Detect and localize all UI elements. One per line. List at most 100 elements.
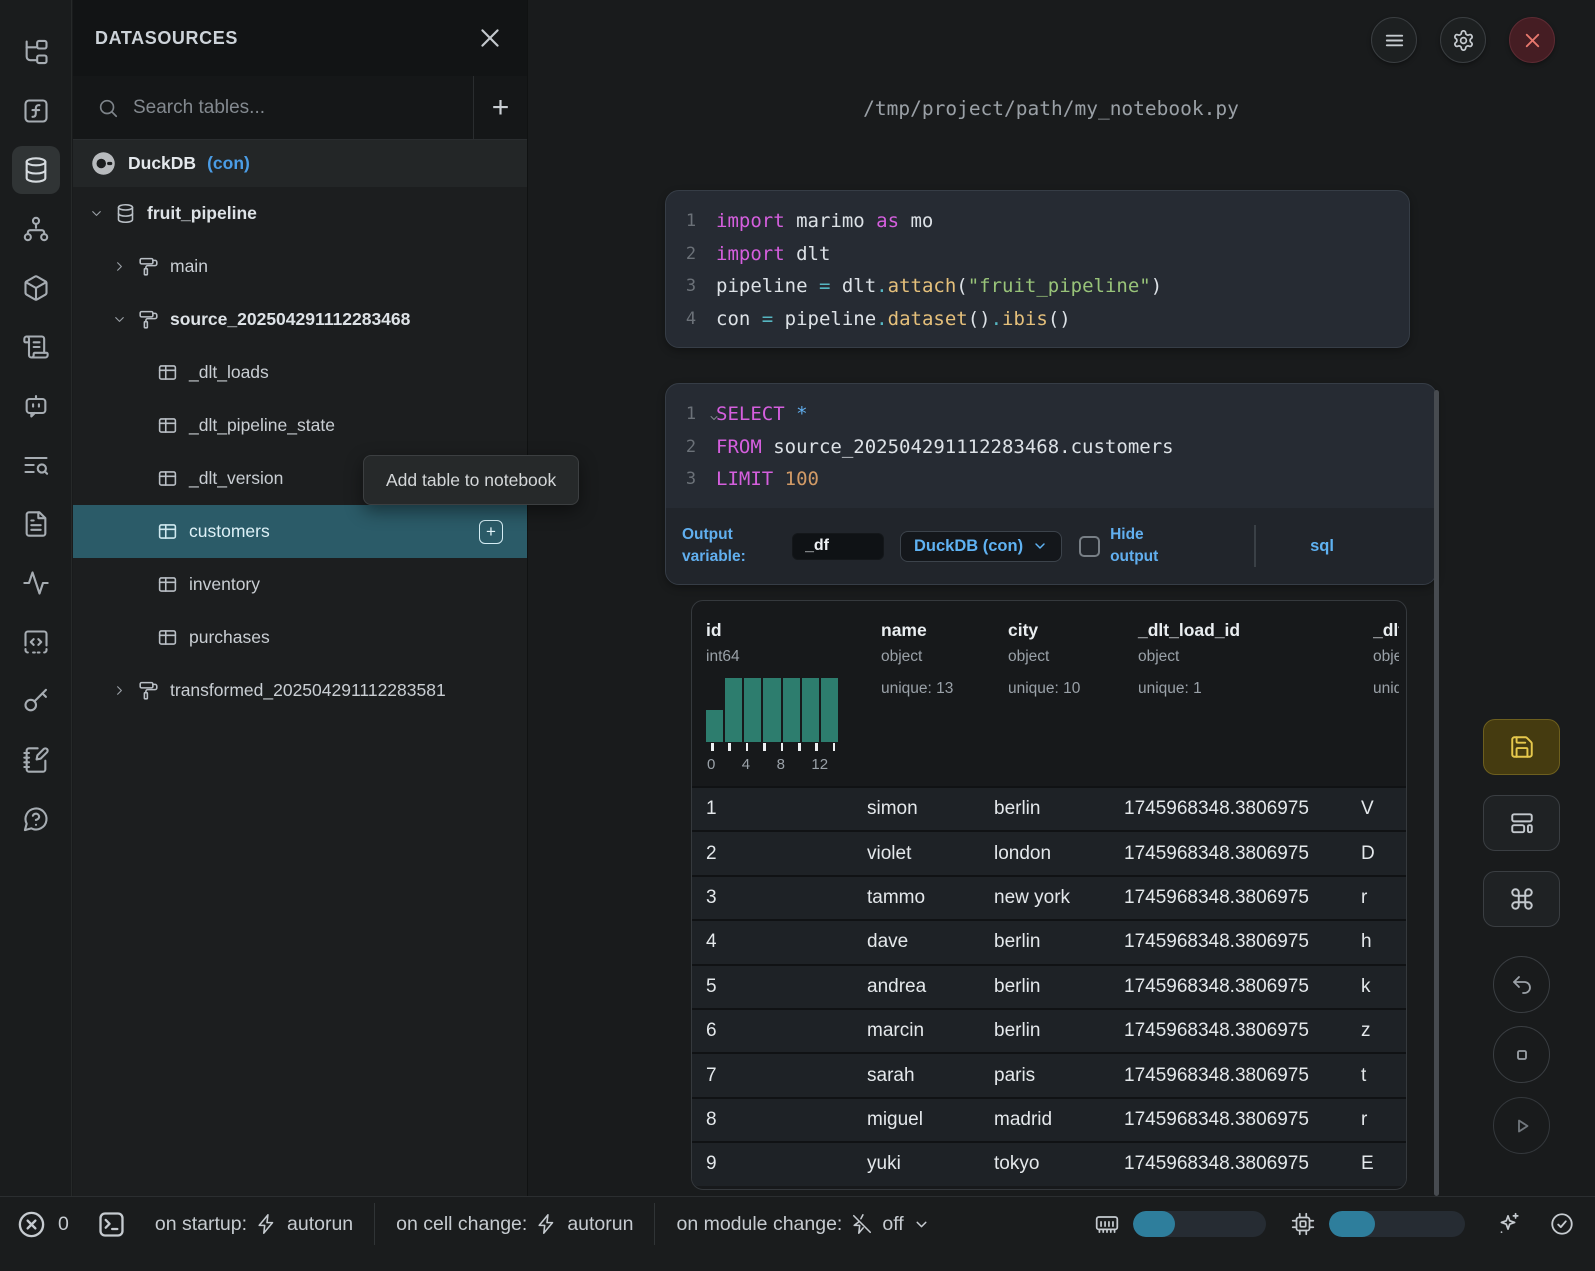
- cell-city: madrid: [994, 1109, 1124, 1131]
- box-icon[interactable]: [8, 258, 64, 317]
- cell-language-badge[interactable]: sql: [1310, 537, 1334, 556]
- connection-alias: (con): [207, 153, 250, 174]
- ai-sparkles-icon[interactable]: [1495, 1211, 1521, 1237]
- cpu-icon: [1290, 1211, 1316, 1237]
- error-indicator[interactable]: 0: [16, 1209, 69, 1240]
- tree-item-fruit_pipeline[interactable]: fruit_pipeline: [73, 187, 527, 240]
- fold-cell-icon[interactable]: [708, 412, 720, 424]
- cell-name: violet: [867, 843, 994, 865]
- tree-item-source_202504291112283468[interactable]: source_202504291112283468: [73, 293, 527, 346]
- output-variable-input[interactable]: [792, 533, 884, 560]
- engine-select[interactable]: DuckDB (con): [900, 531, 1062, 562]
- notebook-pen-icon[interactable]: [8, 730, 64, 789]
- cell-city: berlin: [994, 798, 1124, 820]
- check-circle-icon[interactable]: [1549, 1211, 1575, 1237]
- code-line[interactable]: 3pipeline = dlt.attach("fruit_pipeline"): [666, 270, 1409, 303]
- line-number: 1: [666, 404, 716, 424]
- code-line[interactable]: 1SELECT *: [666, 398, 1436, 431]
- network-icon[interactable]: [8, 199, 64, 258]
- undo-button[interactable]: [1493, 956, 1550, 1013]
- list-search-icon[interactable]: [8, 435, 64, 494]
- cell-_dlt_load_id: 1745968348.3806975: [1124, 1020, 1361, 1042]
- sql-cell[interactable]: 1SELECT *2FROM source_202504291112283468…: [665, 383, 1437, 585]
- column-header-name[interactable]: nameobjectunique: 13: [881, 620, 953, 698]
- table-row: 2violetlondon1745968348.3806975D: [692, 830, 1406, 874]
- tree-item-_dlt_pipeline_state[interactable]: _dlt_pipeline_state: [73, 399, 527, 452]
- tree-item-customers[interactable]: customers+: [73, 505, 527, 558]
- tree-item-inventory[interactable]: inventory: [73, 558, 527, 611]
- scroll-text-icon[interactable]: [8, 317, 64, 376]
- bot-chat-icon[interactable]: [8, 376, 64, 435]
- tree-item-_dlt_loads[interactable]: _dlt_loads: [73, 346, 527, 399]
- cell-name: sarah: [867, 1065, 994, 1087]
- code-line[interactable]: 3LIMIT 100: [666, 463, 1436, 496]
- on-module-change-toggle[interactable]: on module change: off: [676, 1213, 929, 1236]
- tree-item-purchases[interactable]: purchases: [73, 611, 527, 664]
- stop-button[interactable]: [1493, 1026, 1550, 1083]
- column-header-_dlt_load_id[interactable]: _dlt_load_idobjectunique: 1: [1138, 620, 1240, 698]
- chevron-right-icon[interactable]: [112, 259, 138, 274]
- code-cell-imports[interactable]: 1import marimo as mo2import dlt3pipeline…: [665, 190, 1410, 348]
- table-row: 3tammonew york1745968348.3806975r: [692, 875, 1406, 919]
- zap-icon: [536, 1213, 558, 1235]
- connection-name: DuckDB: [128, 153, 196, 174]
- hide-output-checkbox[interactable]: [1079, 536, 1100, 557]
- close-panel-icon[interactable]: [477, 25, 503, 51]
- table-icon: [157, 468, 180, 489]
- chevron-down-icon: [913, 1216, 930, 1233]
- table-icon: [157, 627, 180, 648]
- cell-city: new york: [994, 887, 1124, 909]
- menu-button[interactable]: [1371, 17, 1417, 63]
- shutdown-button[interactable]: [1509, 17, 1555, 63]
- chevron-right-icon[interactable]: [112, 683, 138, 698]
- search-tables-input[interactable]: [133, 97, 473, 119]
- datasources-icon[interactable]: [8, 140, 64, 199]
- hide-output-label: Hide output: [1110, 524, 1172, 569]
- error-count: 0: [58, 1213, 69, 1236]
- table-icon: [157, 521, 180, 542]
- column-header-city[interactable]: cityobjectunique: 10: [1008, 620, 1080, 698]
- activity-rail: [0, 0, 72, 1196]
- column-header-id[interactable]: idint6404812: [706, 620, 838, 774]
- column-header-_dlt_id[interactable]: _dlt_idobjectunique: 13: [1373, 620, 1399, 698]
- connection-row[interactable]: DuckDB (con): [73, 140, 527, 187]
- table-header: idint6404812 nameobjectunique: 13 cityobje…: [692, 601, 1406, 786]
- cell-_dlt_id: r: [1361, 1109, 1396, 1131]
- table-row: 4daveberlin1745968348.3806975h: [692, 919, 1406, 963]
- code-line[interactable]: 4con = pipeline.dataset().ibis(): [666, 303, 1409, 336]
- on-startup-toggle[interactable]: on startup: autorun: [155, 1213, 353, 1236]
- file-tree-icon[interactable]: [8, 22, 64, 81]
- chevron-down-icon[interactable]: [112, 312, 138, 327]
- file-text-icon[interactable]: [8, 494, 64, 553]
- save-button[interactable]: [1483, 719, 1560, 775]
- chevron-down-icon[interactable]: [89, 206, 115, 221]
- cell-_dlt_load_id: 1745968348.3806975: [1124, 1153, 1361, 1175]
- tree-item-label: _dlt_loads: [189, 362, 269, 383]
- cell-id: 7: [692, 1065, 867, 1087]
- layout-button[interactable]: [1483, 795, 1560, 851]
- datasource-tree: fruit_pipelinemainsource_202504291112283…: [73, 187, 527, 717]
- code-line[interactable]: 2import dlt: [666, 238, 1409, 271]
- key-icon[interactable]: [8, 671, 64, 730]
- add-table-button[interactable]: +: [479, 520, 503, 544]
- run-button[interactable]: [1493, 1097, 1550, 1154]
- add-datasource-button[interactable]: +: [473, 76, 527, 139]
- tree-item-main[interactable]: main: [73, 240, 527, 293]
- on-cell-change-toggle[interactable]: on cell change: autorun: [396, 1213, 633, 1236]
- line-number: 3: [666, 469, 716, 489]
- notebook-scrollbar[interactable]: [1434, 390, 1439, 1196]
- code-line[interactable]: 1import marimo as mo: [666, 205, 1409, 238]
- settings-button[interactable]: [1440, 17, 1486, 63]
- help-circle-icon[interactable]: [8, 789, 64, 848]
- cell-name: andrea: [867, 976, 994, 998]
- code-square-icon[interactable]: [8, 612, 64, 671]
- command-palette-button[interactable]: [1483, 871, 1560, 927]
- cell-_dlt_id: D: [1361, 843, 1396, 865]
- tree-item-transformed_202504291112283581[interactable]: transformed_202504291112283581: [73, 664, 527, 717]
- activity-icon[interactable]: [8, 553, 64, 612]
- cell-_dlt_id: k: [1361, 976, 1396, 998]
- code-line[interactable]: 2FROM source_202504291112283468.customer…: [666, 431, 1436, 464]
- cell-_dlt_id: t: [1361, 1065, 1396, 1087]
- terminal-button[interactable]: [96, 1209, 127, 1240]
- function-square-icon[interactable]: [8, 81, 64, 140]
